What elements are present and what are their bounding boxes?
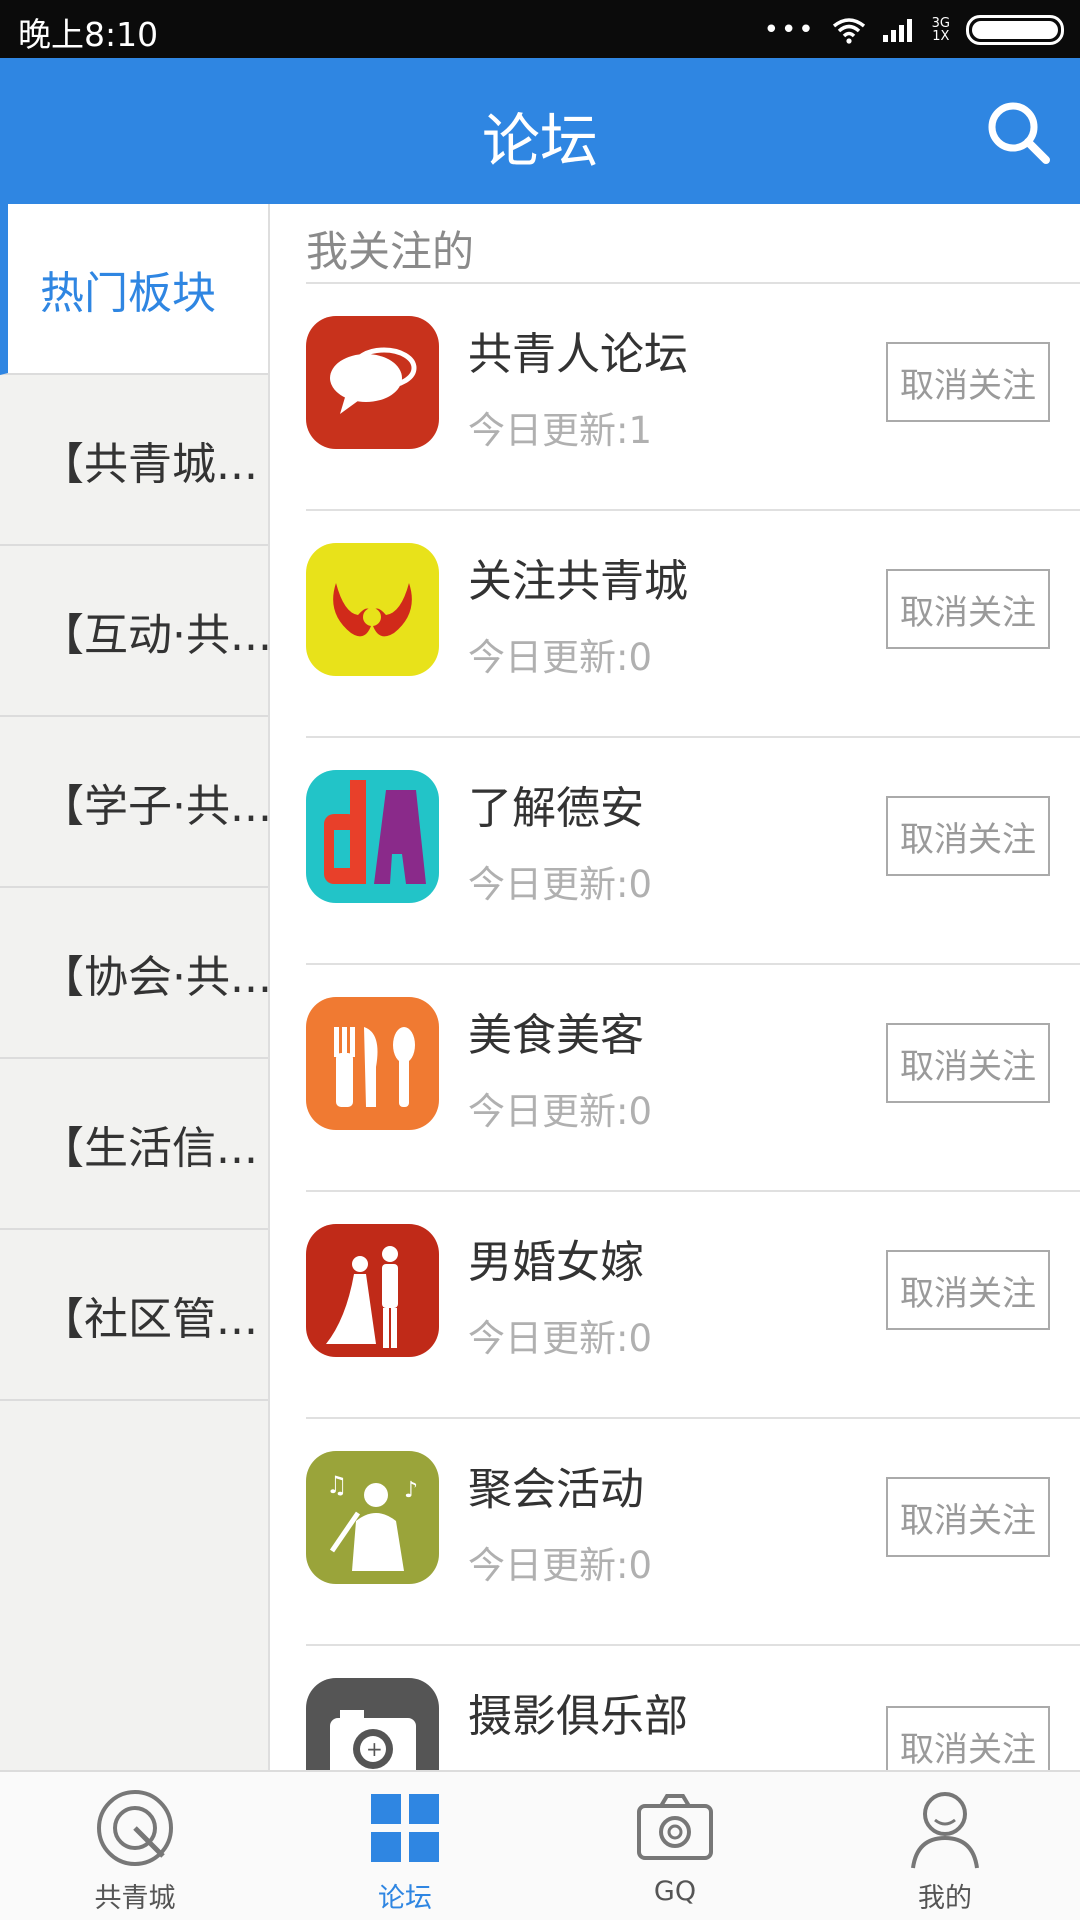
tab-home[interactable]: 共青城 bbox=[0, 1772, 270, 1922]
title-bar: 论坛 bbox=[0, 58, 1080, 204]
board-name: 美食美客 bbox=[468, 1010, 644, 1061]
tab-gq[interactable]: GQ bbox=[540, 1772, 810, 1922]
page-title: 论坛 bbox=[481, 107, 598, 175]
followed-boards-panel: 我关注的 共青人论坛 今日更新:1 取消关注 关注共青城 今日更新:0 取消关注… bbox=[270, 204, 1080, 1770]
sidebar-item-students[interactable]: 【学子·共... bbox=[0, 717, 268, 888]
board-row[interactable]: 美食美客 今日更新:0 取消关注 bbox=[306, 963, 1080, 1190]
section-title: 我关注的 bbox=[306, 227, 475, 276]
unfollow-button[interactable]: 取消关注 bbox=[886, 569, 1050, 649]
person-icon bbox=[911, 1792, 979, 1869]
board-row[interactable]: 男婚女嫁 今日更新:0 取消关注 bbox=[306, 1190, 1080, 1417]
emblem-icon bbox=[306, 543, 439, 676]
board-update-count: 今日更新:0 bbox=[468, 863, 653, 906]
board-name: 男婚女嫁 bbox=[468, 1237, 644, 1288]
board-update-count: 今日更新:0 bbox=[468, 1317, 653, 1360]
sidebar-item-hot[interactable]: 热门板块 bbox=[0, 204, 268, 375]
svg-text:♪: ♪ bbox=[404, 1478, 418, 1503]
board-row[interactable]: + 摄影俱乐部 取消关注 bbox=[306, 1644, 1080, 1770]
signal-icon bbox=[882, 19, 912, 42]
board-update-count: 今日更新:1 bbox=[468, 409, 653, 452]
unfollow-button[interactable]: 取消关注 bbox=[886, 342, 1050, 422]
tab-home-label: 共青城 bbox=[94, 1883, 176, 1914]
search-icon[interactable] bbox=[984, 98, 1052, 166]
tab-mine[interactable]: 我的 bbox=[810, 1772, 1080, 1922]
board-update-count: 今日更新:0 bbox=[468, 1090, 653, 1133]
board-row[interactable]: 关注共青城 今日更新:0 取消关注 bbox=[306, 509, 1080, 736]
home-target-icon bbox=[97, 1790, 173, 1866]
sidebar-item-life-info[interactable]: 【生活信... bbox=[0, 1059, 268, 1230]
unfollow-button[interactable]: 取消关注 bbox=[886, 1477, 1050, 1557]
bottom-tab-bar: 共青城 论坛 GQ 我的 bbox=[0, 1770, 1080, 1920]
board-name: 关注共青城 bbox=[468, 556, 688, 607]
board-name: 聚会活动 bbox=[468, 1464, 644, 1515]
grid-icon bbox=[371, 1794, 439, 1862]
unfollow-button[interactable]: 取消关注 bbox=[886, 1706, 1050, 1770]
svg-text:+: + bbox=[366, 1737, 383, 1761]
tab-forum-label: 论坛 bbox=[378, 1883, 432, 1914]
board-update-count: 今日更新:0 bbox=[468, 1544, 653, 1587]
category-sidebar: 热门板块 【共青城... 【互动·共... 【学子·共... 【协会·共... … bbox=[0, 204, 270, 1770]
camera-icon: + bbox=[306, 1678, 439, 1770]
wifi-icon bbox=[832, 18, 865, 44]
sidebar-item-gongqingcheng[interactable]: 【共青城... bbox=[0, 375, 268, 546]
board-name: 摄影俱乐部 bbox=[468, 1691, 688, 1742]
tab-gq-label: GQ bbox=[653, 1876, 697, 1907]
sidebar-item-community[interactable]: 【社区管... bbox=[0, 1230, 268, 1401]
unfollow-button[interactable]: 取消关注 bbox=[886, 1023, 1050, 1103]
status-icons: ••• 3G 1X bbox=[764, 10, 1064, 50]
board-name: 共青人论坛 bbox=[468, 329, 688, 380]
wedding-couple-icon bbox=[306, 1224, 439, 1357]
battery-icon bbox=[966, 15, 1064, 45]
unfollow-button[interactable]: 取消关注 bbox=[886, 796, 1050, 876]
tab-mine-label: 我的 bbox=[918, 1883, 972, 1914]
svg-text:♫: ♫ bbox=[326, 1471, 348, 1499]
sidebar-item-interaction[interactable]: 【互动·共... bbox=[0, 546, 268, 717]
board-row[interactable]: 了解德安 今日更新:0 取消关注 bbox=[306, 736, 1080, 963]
chat-bubbles-icon bbox=[306, 316, 439, 449]
unfollow-button[interactable]: 取消关注 bbox=[886, 1250, 1050, 1330]
camera-icon bbox=[637, 1794, 713, 1860]
board-row[interactable]: ♫ ♪ 聚会活动 今日更新:0 取消关注 bbox=[306, 1417, 1080, 1644]
board-name: 了解德安 bbox=[468, 783, 644, 834]
da-logo-icon bbox=[306, 770, 439, 903]
board-update-count: 今日更新:0 bbox=[468, 636, 653, 679]
board-row[interactable]: 共青人论坛 今日更新:1 取消关注 bbox=[306, 282, 1080, 509]
tab-forum[interactable]: 论坛 bbox=[270, 1772, 540, 1922]
network-type: 3G 1X bbox=[931, 16, 950, 44]
status-bar: 晚上8:10 ••• 3G 1X bbox=[0, 0, 1080, 58]
singer-icon: ♫ ♪ bbox=[306, 1451, 439, 1584]
more-dots-icon: ••• bbox=[763, 15, 816, 45]
sidebar-item-associations[interactable]: 【协会·共... bbox=[0, 888, 268, 1059]
status-time: 晚上8:10 bbox=[18, 15, 159, 54]
cutlery-icon bbox=[306, 997, 439, 1130]
